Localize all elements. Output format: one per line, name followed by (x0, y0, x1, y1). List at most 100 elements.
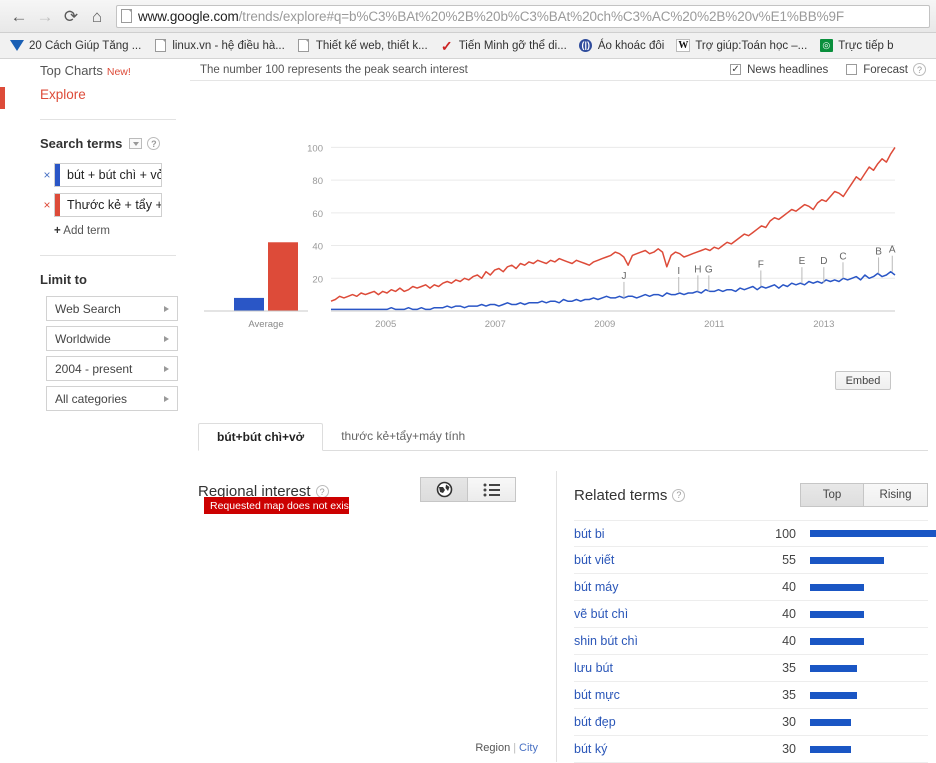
search-term-input-2[interactable]: Thước kẻ + tẩy + (54, 193, 162, 217)
url-text: www.google.com/trends/explore#q=b%C3%BAt… (138, 9, 844, 24)
sidebar-item-explore[interactable]: Explore (0, 81, 190, 105)
region-city-footer: Region | City (475, 742, 538, 754)
trends-chart-svg: 20 40 60 80 100 2005 2007 2009 2011 2013 J I H G F E D C B… (204, 143, 896, 330)
sidebar-item-top-charts[interactable]: Top Charts New! (0, 59, 190, 81)
related-term-name[interactable]: bút bi (574, 527, 764, 541)
related-term-name[interactable]: bút viết (574, 553, 764, 567)
trends-chart[interactable]: 20 40 60 80 100 2005 2007 2009 2011 2013 J I H G F E D C B… (190, 81, 936, 371)
related-term-name[interactable]: shin bút chì (574, 634, 764, 648)
bookmark-item[interactable]: ✓ Tiến Minh gỡ thể di... (434, 36, 573, 56)
tab-but-but-chi-vo[interactable]: bút+bút chì+vở (198, 423, 324, 451)
city-link[interactable]: City (519, 742, 538, 754)
news-marker-label[interactable]: A (889, 245, 896, 256)
globe-icon[interactable] (420, 477, 468, 502)
bookmark-label: Tiến Minh gỡ thể di... (458, 39, 567, 52)
related-term-name[interactable]: bút máy (574, 580, 764, 594)
related-term-value: 35 (782, 661, 796, 675)
y-axis-tick-label: 80 (312, 176, 323, 187)
region-link[interactable]: Region (475, 742, 510, 754)
average-bar[interactable] (234, 297, 264, 311)
news-marker-label[interactable]: C (839, 251, 846, 262)
browser-chrome: ← → ⟳ ⌂ www.google.com/trends/explore#q=… (0, 0, 936, 59)
limit-select-category[interactable]: All categories (46, 386, 178, 411)
related-term-value: 100 (775, 526, 796, 541)
limit-select-location[interactable]: Worldwide (46, 326, 178, 351)
back-arrow-icon[interactable]: ← (6, 3, 32, 29)
related-term-name[interactable]: bút mực (574, 688, 764, 702)
related-term-value: 35 (782, 688, 796, 702)
checkbox-icon (846, 64, 858, 75)
related-term-row[interactable]: bút bi 100 (574, 520, 936, 547)
related-term-name[interactable]: vẽ bút chì (574, 607, 764, 621)
bookmark-item[interactable]: Thiết kế web, thiết k... (291, 36, 434, 56)
search-term-input-1[interactable]: bút + bút chì + vở (54, 163, 162, 187)
limit-select-time-range[interactable]: 2004 - present (46, 356, 178, 381)
related-term-bar (810, 530, 936, 537)
average-bar[interactable] (268, 242, 298, 311)
forecast-checkbox[interactable]: Forecast ? (846, 63, 926, 76)
help-icon[interactable]: ? (672, 488, 686, 502)
page-icon (297, 39, 311, 53)
help-icon[interactable]: ? (913, 63, 926, 76)
x-axis-tick-label: 2011 (704, 319, 724, 330)
add-term-label: Add term (63, 225, 110, 237)
bookmark-item[interactable]: linux.vn - hệ điều hà... (147, 36, 291, 56)
related-term-bar-wrap (796, 583, 928, 591)
related-term-name[interactable]: bút đẹp (574, 715, 764, 729)
related-term-row[interactable]: bút máy 40 (574, 574, 928, 601)
related-term-value: 40 (782, 634, 796, 648)
news-marker-label[interactable]: H (694, 264, 701, 275)
limit-select-label: Worldwide (55, 331, 111, 346)
news-marker-label[interactable]: I (677, 266, 680, 277)
related-term-name[interactable]: bút ký (574, 742, 764, 756)
news-marker-label[interactable]: E (799, 256, 806, 267)
news-marker-label[interactable]: G (705, 264, 713, 275)
wikipedia-icon: W (676, 39, 691, 52)
tab-thuoc-ke-tay-may-tinh[interactable]: thước kẻ+tẩy+máy tính (323, 422, 483, 450)
close-icon[interactable]: × (40, 168, 54, 182)
related-term-row[interactable]: lưu bút 35 (574, 655, 928, 682)
x-axis-tick-label: 2005 (375, 319, 396, 330)
related-term-row[interactable]: vẽ bút chì 40 (574, 601, 928, 628)
y-axis-tick-label: 100 (307, 143, 323, 154)
related-term-bar-wrap (796, 556, 928, 564)
close-icon[interactable]: × (40, 198, 54, 212)
map-error-banner: Requested map does not exist. × (204, 497, 361, 514)
bookmark-item[interactable]: (|) Áo khoác đôi (573, 36, 671, 56)
page-info-icon[interactable] (121, 9, 132, 23)
top-button[interactable]: Top (800, 483, 864, 507)
close-icon[interactable]: × (355, 500, 361, 511)
related-term-row[interactable]: bút đẹp 30 (574, 709, 928, 736)
chevron-down-icon[interactable] (129, 138, 143, 149)
rising-button[interactable]: Rising (864, 483, 928, 507)
address-bar[interactable]: www.google.com/trends/explore#q=b%C3%BAt… (116, 4, 930, 28)
top-rising-toggle: Top Rising (800, 483, 928, 507)
globe-glyph (436, 481, 452, 498)
news-marker-label[interactable]: D (820, 256, 827, 267)
related-term-row[interactable]: bút viết 55 (574, 547, 928, 574)
reload-icon[interactable]: ⟳ (58, 3, 84, 29)
url-domain: www.google.com (138, 8, 239, 24)
related-term-row[interactable]: bút ký 30 (574, 736, 928, 763)
news-marker-label[interactable]: B (875, 246, 882, 257)
related-term-name[interactable]: lưu bút (574, 661, 764, 675)
news-marker-label[interactable]: J (621, 271, 626, 282)
help-icon[interactable]: ? (147, 137, 161, 150)
bookmark-item[interactable]: 20 Cách Giúp Tăng ... (4, 36, 147, 56)
forward-arrow-icon[interactable]: → (32, 3, 58, 29)
home-icon[interactable]: ⌂ (84, 3, 110, 29)
related-term-row[interactable]: bút mực 35 (574, 682, 928, 709)
add-term-button[interactable]: + Add term (54, 225, 190, 237)
news-headlines-checkbox[interactable]: ✓ News headlines (730, 64, 828, 76)
related-term-row[interactable]: shin bút chì 40 (574, 628, 928, 655)
bookmark-label: Áo khoác đôi (597, 39, 665, 52)
bookmark-item[interactable]: W Trợ giúp:Toán học –... (670, 36, 813, 56)
bookmark-item[interactable]: ◎ Trực tiếp b (813, 36, 899, 56)
limit-select-search-type[interactable]: Web Search (46, 296, 178, 321)
news-marker-label[interactable]: F (758, 259, 764, 270)
list-icon[interactable] (468, 477, 516, 502)
related-term-bar (810, 556, 885, 564)
bookmark-label: 20 Cách Giúp Tăng ... (29, 39, 142, 52)
embed-button[interactable]: Embed (835, 371, 891, 390)
browser-nav-bar: ← → ⟳ ⌂ www.google.com/trends/explore#q=… (0, 0, 936, 33)
